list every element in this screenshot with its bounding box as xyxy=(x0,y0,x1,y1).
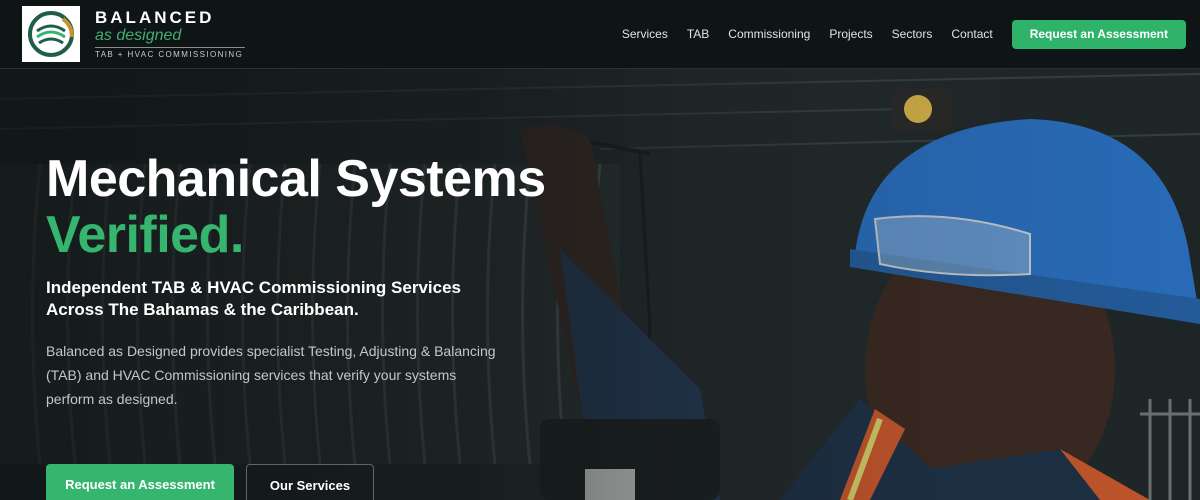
brand-block[interactable]: BALANCED as designed TAB + HVAC COMMISSI… xyxy=(95,9,255,60)
main-nav: Services TAB Commissioning Projects Sect… xyxy=(622,0,1200,68)
hero-subheadline: Independent TAB & HVAC Commissioning Ser… xyxy=(46,278,461,319)
hero-description: Balanced as Designed provides specialist… xyxy=(46,343,496,407)
brand-tagline: as designed xyxy=(95,27,182,44)
hero-section: Mechanical Systems Verified. Independent… xyxy=(0,69,1200,500)
brand-divider xyxy=(95,47,245,48)
hero-content: Mechanical Systems Verified. Independent… xyxy=(46,151,606,411)
nav-tab[interactable]: TAB xyxy=(687,27,709,41)
nav-commissioning[interactable]: Commissioning xyxy=(728,27,810,41)
nav-projects[interactable]: Projects xyxy=(829,27,872,41)
hero-headline: Mechanical Systems xyxy=(46,150,546,208)
brand-subtitle: TAB + HVAC COMMISSIONING xyxy=(95,50,244,59)
header-cta-button[interactable]: Request an Assessment xyxy=(1011,19,1186,49)
nav-services[interactable]: Services xyxy=(622,27,668,41)
request-assessment-button[interactable]: Request an Assessment xyxy=(46,464,234,500)
hero-headline-accent: Verified. xyxy=(46,206,244,264)
nav-sectors[interactable]: Sectors xyxy=(892,27,933,41)
brand-name: BALANCED xyxy=(95,8,215,27)
our-services-button[interactable]: Our Services xyxy=(246,464,374,500)
site-header: BALANCED as designed TAB + HVAC COMMISSI… xyxy=(0,0,1200,69)
logo[interactable] xyxy=(22,6,80,62)
nav-contact[interactable]: Contact xyxy=(951,27,992,41)
balanced-logo-icon xyxy=(28,11,74,57)
